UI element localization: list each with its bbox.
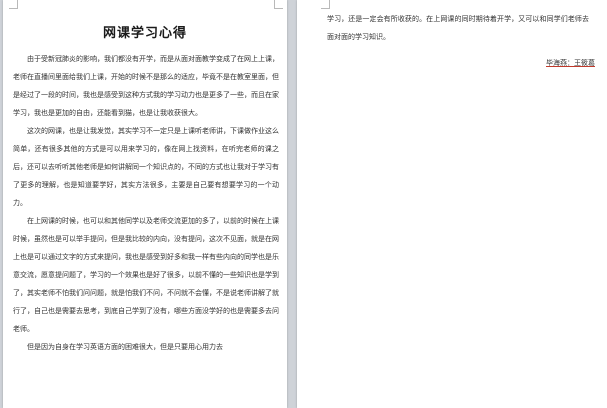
- document-page-2: 学习，还是一定会有所收获的。在上网课的同时期待着开学，又可以和同学们老师去面对面…: [297, 0, 607, 408]
- paragraph: 这次的网课，也是让我发觉，其实学习不一定只是上课听老师讲，下课做作业这么简单，还…: [13, 127, 279, 207]
- paragraph: 在上网课的时候，也可以和其他同学以及老师交流更加的多了，以前的时候在上课时候，虽…: [13, 217, 279, 333]
- author-signature: 毕海燕：王筱葛: [546, 59, 595, 67]
- document-page-1: 网课学习心得 由于受新冠肺炎的影响，我们都没有开学，而是从面对面教学变成了在网上…: [3, 0, 287, 408]
- page-corner-marker: [9, 0, 18, 9]
- signature-line: 毕海燕：王筱葛: [546, 57, 595, 69]
- document-title: 网课学习心得: [102, 26, 187, 41]
- paragraph: 由于受新冠肺炎的影响，我们都没有开学，而是从面对面教学变成了在网上上课，老师在直…: [13, 55, 279, 117]
- page-corner-marker: [321, 0, 330, 9]
- page-corner-marker: [274, 0, 283, 9]
- paragraph: 学习，还是一定会有所收获的。在上网课的同时期待着开学，又可以和同学们老师去面对面…: [327, 15, 589, 41]
- page-1-body: 由于受新冠肺炎的影响，我们都没有开学，而是从面对面教学变成了在网上上课，老师在直…: [13, 50, 279, 356]
- document-workspace: 网课学习心得 由于受新冠肺炎的影响，我们都没有开学，而是从面对面教学变成了在网上…: [0, 0, 607, 408]
- paragraph: 但是因为自身在学习英语方面的困难很大，但是只要用心用力去: [27, 343, 223, 351]
- page-2-body: 学习，还是一定会有所收获的。在上网课的同时期待着开学，又可以和同学们老师去面对面…: [327, 10, 589, 46]
